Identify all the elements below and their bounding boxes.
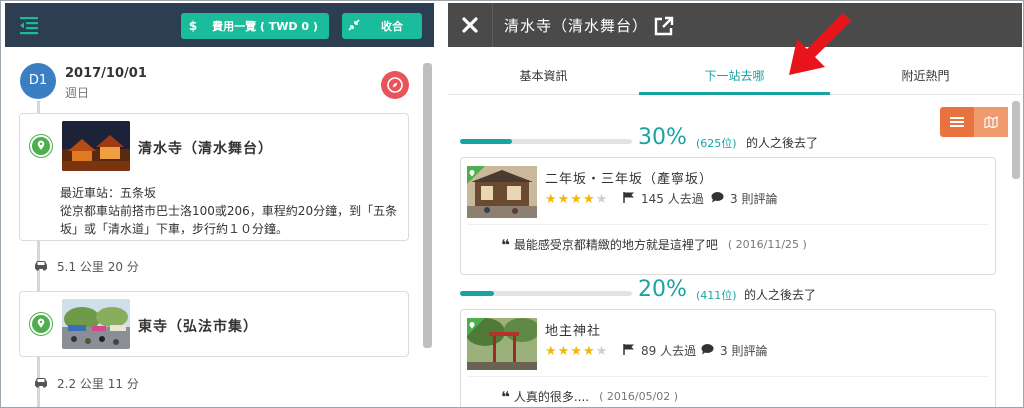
ratio-percent: 30% [638,125,687,150]
star-rating: ★ ★ ★ ★ ★ [545,345,607,358]
star-rating: ★ ★ ★ ★ ★ [545,193,607,206]
star-icon: ★ [582,344,595,359]
quote-date: ( 2016/11/25 ) [727,238,807,251]
view-toggle [940,107,1008,137]
quote-text: 最能感受京都精緻的地方就是這裡了吧 [513,238,718,252]
collapse-button[interactable]: 收合 [342,13,422,39]
review-quote: ❝ 人真的很多.... ( 2016/05/02 ) [501,388,678,405]
spot-card-kiyomizu[interactable]: 清水寺（清水舞台） 最近車站：五条坂 從京都車站前搭市巴士洛100或206，車程… [19,113,409,241]
spot-name[interactable]: 清水寺（清水舞台） [138,138,273,158]
ratio-percent: 20% [638,277,687,302]
detail-title: 清水寺（清水舞台） [504,17,649,35]
reviews-text: 3 則評論 [730,192,778,206]
header-divider [492,3,493,47]
travel-duration: 11 分 [107,377,139,391]
quote-text: 人真的很多.... [513,390,590,404]
cost-overview-label: 費用一覽 ( TWD 0 ) [212,20,318,33]
map-pin-icon [30,135,52,157]
itinerary-panel: $ 費用一覽 ( TWD 0 ) 收合 D1 2017/10/01 週日 清水寺… [5,3,434,407]
map-pin-icon [30,313,52,335]
next-spot-name[interactable]: 地主神社 [545,320,601,339]
card-divider [467,376,989,377]
dollar-icon: $ [188,19,198,33]
compass-icon[interactable] [381,71,409,99]
close-icon[interactable] [448,3,492,47]
reviews-text: 3 則評論 [720,344,768,358]
compress-icon [342,18,366,34]
travel-distance: 5.1 公里 [57,260,104,274]
day-weekday: 週日 [65,86,90,100]
ratio-bar-fill [460,291,495,296]
detail-header: 清水寺（清水舞台） [448,3,1022,47]
quote-icon: ❝ [501,235,510,254]
star-icon: ★ [557,344,570,359]
ratio-count: (411位) [696,289,737,302]
tab-nearby-popular[interactable]: 附近熱門 [830,59,1021,95]
ratio-bar [460,139,632,144]
star-icon: ★ [557,192,570,207]
next-spot-card[interactable]: 地主神社 ★ ★ ★ ★ ★ 89 人去過 3 則評論 ❝ 人真的很多.... ( 20… [460,309,996,407]
reviews-count[interactable]: 3 則評論 [701,342,767,359]
star-icon: ★ [595,192,608,207]
travel-segment: 2.2 公里 11 分 [33,375,139,392]
screenshot-frame: $ 費用一覽 ( TWD 0 ) 收合 D1 2017/10/01 週日 清水寺… [0,0,1024,408]
day-badge: D1 [20,63,56,99]
review-quote: ❝ 最能感受京都精緻的地方就是這裡了吧 ( 2016/11/25 ) [501,236,807,253]
ratio-bar-fill [460,139,512,144]
star-icon: ★ [570,192,582,207]
visits-count: 145 人去過 [623,190,704,207]
flag-icon [623,191,635,206]
star-icon: ★ [582,192,595,207]
star-icon: ★ [595,344,608,359]
comment-icon [701,343,714,358]
visits-count: 89 人去過 [623,342,696,359]
travel-distance: 2.2 公里 [57,377,104,391]
tab-basic-info[interactable]: 基本資訊 [448,59,639,95]
visits-text: 89 人去過 [641,344,697,358]
ratio-suffix: 的人之後去了 [744,288,817,302]
spot-description: 最近車站：五条坂 從京都車站前搭市巴士洛100或206，車程約20分鐘，到「五条… [60,186,398,236]
spot-photo [62,299,130,349]
detail-tabs: 基本資訊 下一站去哪 附近熱門 [448,59,1022,95]
collapse-label: 收合 [381,20,403,33]
travel-duration: 20 分 [107,260,139,274]
comment-icon [711,191,724,206]
spot-photo [467,318,537,370]
day-date: 2017/10/01 [65,66,147,81]
spot-card-toji[interactable]: 東寺（弘法市集） [19,291,409,357]
card-divider [467,224,989,225]
reviews-count[interactable]: 3 則評論 [711,190,777,207]
cost-overview-button[interactable]: $ 費用一覽 ( TWD 0 ) [181,13,329,39]
ratio-suffix: 的人之後去了 [746,136,819,150]
itinerary-scrollbar[interactable] [423,63,432,348]
quote-icon: ❝ [501,387,510,406]
ratio-count: (625位) [696,137,737,150]
travel-segment: 5.1 公里 20 分 [33,258,139,275]
detail-scrollbar[interactable] [1012,101,1020,179]
spot-photo [467,166,537,218]
flag-icon [623,343,635,358]
list-view-icon[interactable] [940,107,974,137]
visits-text: 145 人去過 [641,192,704,206]
star-icon: ★ [545,344,557,359]
quote-date: ( 2016/05/02 ) [599,390,679,403]
star-icon: ★ [570,344,582,359]
star-icon: ★ [545,192,557,207]
external-link-icon[interactable] [653,15,675,37]
menu-toggle-icon[interactable] [17,14,41,36]
next-spot-card[interactable]: 二年坂・三年坂（產寧坂） ★ ★ ★ ★ ★ 145 人去過 3 則評論 ❝ 最能感受京… [460,157,996,275]
car-icon [33,259,49,274]
tab-next-stop[interactable]: 下一站去哪 [639,59,830,95]
spot-detail-panel: 清水寺（清水舞台） 基本資訊 下一站去哪 附近熱門 30% (625位) 的人之… [448,3,1022,407]
next-spot-name[interactable]: 二年坂・三年坂（產寧坂） [545,168,713,187]
ratio-bar [460,291,632,296]
itinerary-toolbar: $ 費用一覽 ( TWD 0 ) 收合 [5,3,434,47]
spot-photo [62,121,130,171]
car-icon [33,376,49,391]
spot-name[interactable]: 東寺（弘法市集） [138,316,258,336]
map-view-icon[interactable] [974,107,1008,137]
